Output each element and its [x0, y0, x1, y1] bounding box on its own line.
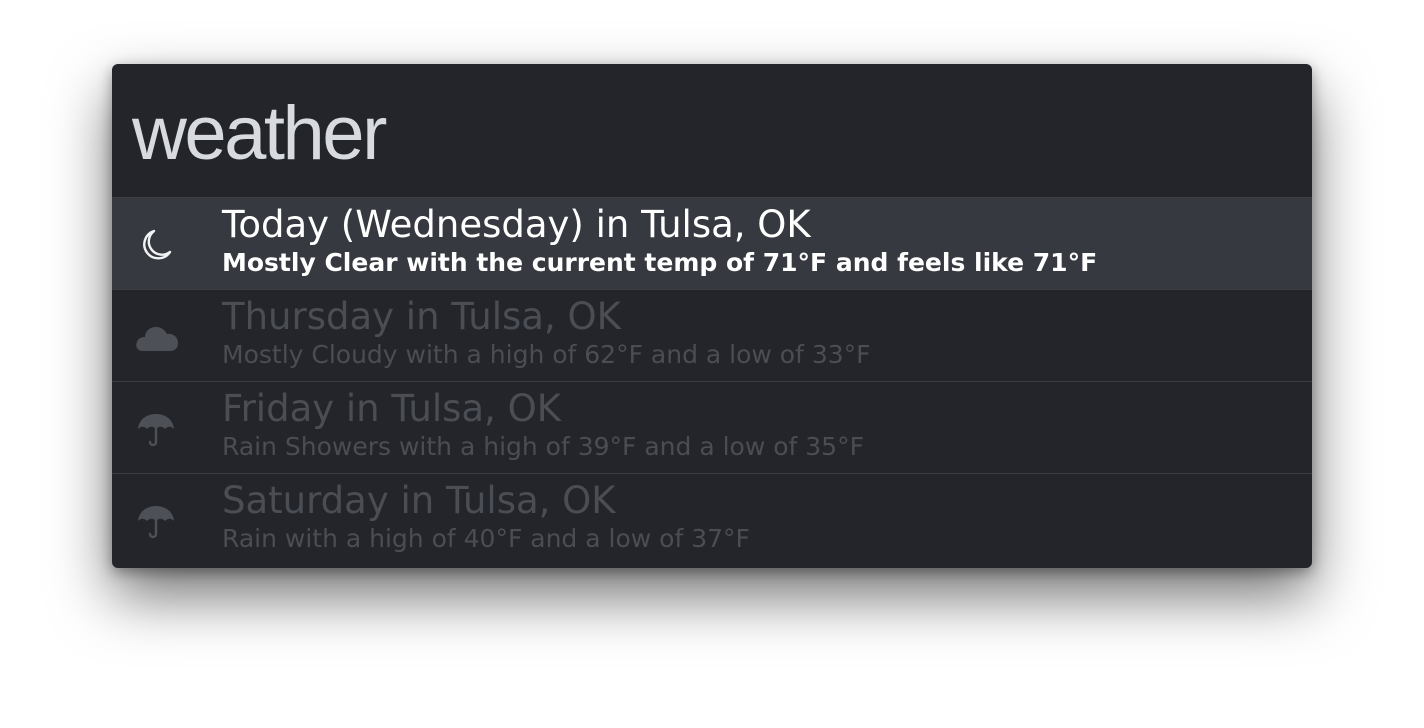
result-subtitle: Rain Showers with a high of 39°F and a l…: [222, 432, 864, 461]
result-title: Today (Wednesday) in Tulsa, OK: [222, 203, 811, 246]
moon-icon: [134, 225, 180, 265]
umbrella-icon: [134, 501, 180, 541]
result-title: Saturday in Tulsa, OK: [222, 479, 616, 522]
result-title: Thursday in Tulsa, OK: [222, 295, 621, 338]
result-row-thursday[interactable]: Thursday in Tulsa, OK Mostly Cloudy with…: [112, 290, 1312, 382]
launcher-window: Today (Wednesday) in Tulsa, OK Mostly Cl…: [112, 64, 1312, 568]
result-row-friday[interactable]: Friday in Tulsa, OK Rain Showers with a …: [112, 382, 1312, 474]
search-input[interactable]: [132, 94, 1272, 174]
results-list: Today (Wednesday) in Tulsa, OK Mostly Cl…: [112, 198, 1312, 566]
result-row-today[interactable]: Today (Wednesday) in Tulsa, OK Mostly Cl…: [112, 198, 1312, 290]
query-bar: [112, 64, 1312, 198]
cloud-icon: [134, 317, 180, 357]
result-title: Friday in Tulsa, OK: [222, 387, 561, 430]
umbrella-icon: [134, 409, 180, 449]
result-subtitle: Mostly Clear with the current temp of 71…: [222, 248, 1098, 277]
result-subtitle: Rain with a high of 40°F and a low of 37…: [222, 524, 750, 553]
result-row-saturday[interactable]: Saturday in Tulsa, OK Rain with a high o…: [112, 474, 1312, 566]
result-subtitle: Mostly Cloudy with a high of 62°F and a …: [222, 340, 871, 369]
